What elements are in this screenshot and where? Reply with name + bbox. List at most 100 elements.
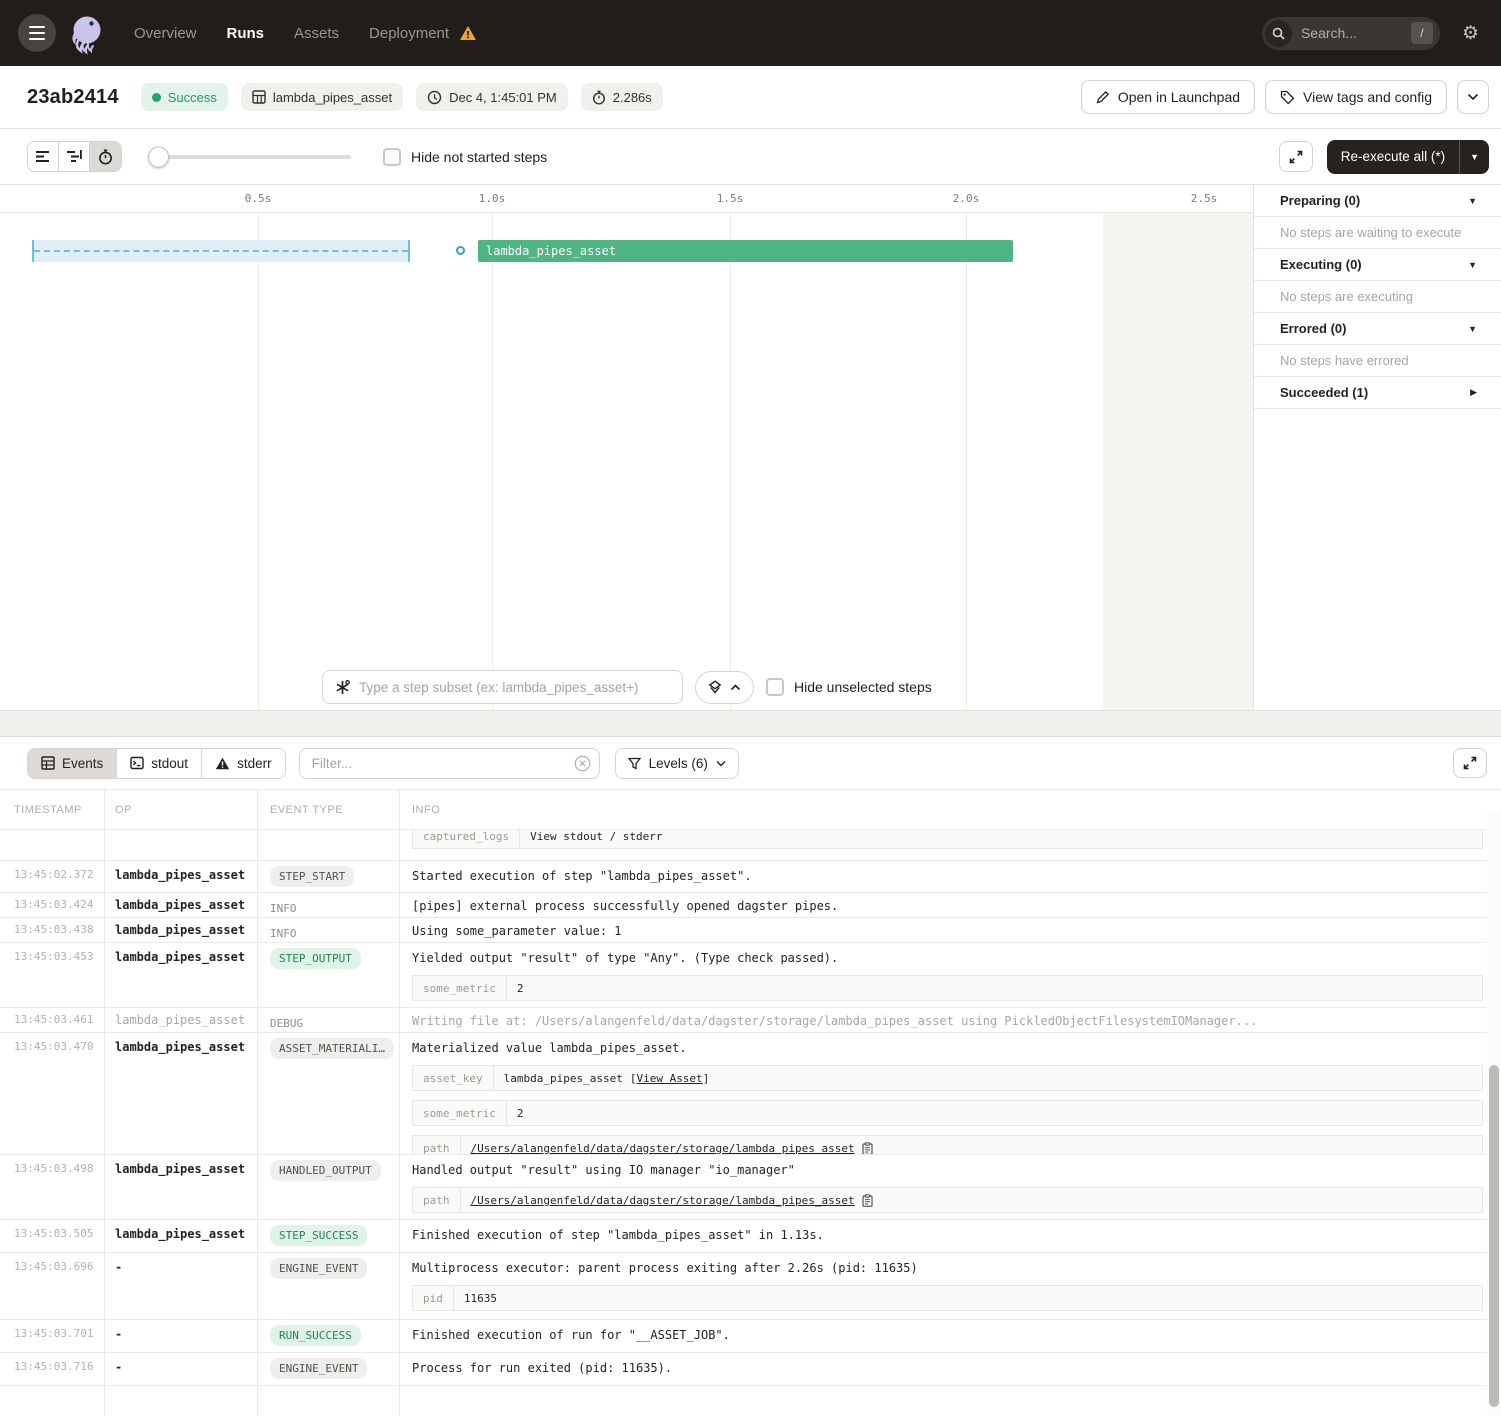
nav-runs[interactable]: Runs xyxy=(227,25,265,42)
tag-icon xyxy=(1280,90,1295,105)
reexecute-all-button[interactable]: Re-execute all (*) ▼ xyxy=(1327,140,1489,174)
nav-deployment[interactable]: Deployment xyxy=(369,25,449,42)
view-flat-icon[interactable] xyxy=(28,142,59,171)
success-dot-icon xyxy=(152,93,161,102)
log-filter-input[interactable] xyxy=(299,748,600,779)
event-row[interactable]: captured_logs View stdout / stderr xyxy=(0,830,1501,861)
event-type-label: INFO xyxy=(270,900,297,915)
open-in-launchpad-button[interactable]: Open in Launchpad xyxy=(1081,80,1255,114)
path-link[interactable]: /Users/alangenfeld/data/dagster/storage/… xyxy=(471,1142,855,1154)
section-executing[interactable]: Executing (0) ▼ xyxy=(1254,249,1501,281)
events-scrollbar-thumb[interactable] xyxy=(1489,1065,1499,1407)
tab-stdout[interactable]: stdout xyxy=(117,749,202,778)
event-row[interactable]: 13:45:02.372 lambda_pipes_asset STEP_STA… xyxy=(0,861,1501,893)
metadata-tag: asset_key lambda_pipes_asset[View Asset] xyxy=(412,1065,1483,1091)
warning-triangle-icon xyxy=(215,757,230,770)
tab-events[interactable]: Events xyxy=(28,749,117,778)
event-row[interactable]: 13:45:03.453 lambda_pipes_asset STEP_OUT… xyxy=(0,943,1501,1008)
run-actions-dropdown-button[interactable] xyxy=(1457,80,1489,114)
event-row[interactable]: 13:45:03.701 - RUN_SUCCESS Finished exec… xyxy=(0,1320,1501,1353)
event-row[interactable]: 13:45:03.498 lambda_pipes_asset HANDLED_… xyxy=(0,1155,1501,1220)
event-row[interactable]: 13:45:03.716 - ENGINE_EVENT Process for … xyxy=(0,1353,1501,1386)
section-errored-empty: No steps have errored xyxy=(1254,345,1501,377)
event-table-header: TIMESTAMP OP EVENT TYPE INFO xyxy=(0,790,1501,830)
search-input[interactable] xyxy=(1301,25,1393,41)
event-row[interactable]: 13:45:03.438 lambda_pipes_asset INFO Usi… xyxy=(0,918,1501,943)
axis-tick: 2.5s xyxy=(1191,192,1218,205)
clear-filter-icon[interactable] xyxy=(574,755,591,772)
global-search[interactable]: / xyxy=(1262,17,1440,50)
gantt-chart: 0.5s 1.0s 1.5s 2.0s 2.5s lambda_pipes_as… xyxy=(0,185,1253,710)
hide-not-started-toggle[interactable]: Hide not started steps xyxy=(383,148,547,166)
section-succeeded[interactable]: Succeeded (1) ▶ xyxy=(1254,377,1501,409)
hide-unselected-checkbox[interactable] xyxy=(766,678,784,696)
event-type-badge: HANDLED_OUTPUT xyxy=(270,1160,381,1181)
view-asset-link[interactable]: View Asset xyxy=(636,1072,702,1085)
events-panel: Events stdout stderr Levels (6) xyxy=(0,737,1501,1416)
step-status-panel: Preparing (0) ▼ No steps are waiting to … xyxy=(1253,185,1501,710)
section-executing-empty: No steps are executing xyxy=(1254,281,1501,313)
panel-resize-handle[interactable] xyxy=(0,710,1501,737)
section-preparing[interactable]: Preparing (0) ▼ xyxy=(1254,185,1501,217)
events-fullscreen-button[interactable] xyxy=(1453,748,1487,778)
gantt-step-bar[interactable]: lambda_pipes_asset xyxy=(478,240,1013,262)
event-row[interactable]: 13:45:03.696 - ENGINE_EVENT Multiprocess… xyxy=(0,1253,1501,1320)
log-filter-field[interactable] xyxy=(299,748,600,779)
metadata-tag: path /Users/alangenfeld/data/dagster/sto… xyxy=(412,1187,1483,1213)
event-type-badge: ASSET_MATERIALIZAT… xyxy=(270,1038,394,1059)
top-nav: Overview Runs Assets Deployment / ⚙ xyxy=(0,0,1501,66)
view-timed-icon[interactable] xyxy=(90,142,121,171)
table-grid-icon xyxy=(252,90,266,104)
duration-badge: 2.286s xyxy=(581,83,663,111)
search-icon xyxy=(1265,20,1292,47)
hide-unselected-toggle[interactable]: Hide unselected steps xyxy=(766,678,932,696)
funnel-icon xyxy=(628,757,641,770)
nav-assets[interactable]: Assets xyxy=(294,25,339,42)
copy-icon[interactable] xyxy=(862,1194,873,1207)
nav-overview[interactable]: Overview xyxy=(134,25,197,42)
op-selector-icon xyxy=(335,680,350,695)
step-subset-input[interactable] xyxy=(359,680,670,695)
job-name-badge[interactable]: lambda_pipes_asset xyxy=(241,83,403,111)
col-timestamp: TIMESTAMP xyxy=(0,790,105,829)
dagster-logo[interactable] xyxy=(64,11,108,55)
view-waterfall-icon[interactable] xyxy=(59,142,90,171)
event-type-badge: ENGINE_EVENT xyxy=(270,1258,367,1279)
event-row[interactable]: 13:45:03.461 lambda_pipes_asset DEBUG Wr… xyxy=(0,1008,1501,1033)
zoom-slider-thumb[interactable] xyxy=(148,146,169,167)
event-log-table: TIMESTAMP OP EVENT TYPE INFO captured_lo… xyxy=(0,789,1501,1416)
event-row[interactable]: 13:45:03.505 lambda_pipes_asset STEP_SUC… xyxy=(0,1220,1501,1253)
subset-apply-button[interactable] xyxy=(695,671,754,704)
hide-not-started-checkbox[interactable] xyxy=(383,148,401,166)
clock-icon xyxy=(427,90,442,105)
event-type-badge: ENGINE_EVENT xyxy=(270,1358,367,1379)
step-start-marker-icon xyxy=(456,246,465,255)
reexecute-dropdown-caret[interactable]: ▼ xyxy=(1459,140,1489,174)
hamburger-menu-button[interactable] xyxy=(18,14,56,52)
view-stdout-stderr-link[interactable]: View stdout / stderr xyxy=(530,830,662,843)
copy-icon[interactable] xyxy=(862,1142,873,1154)
chevron-right-icon: ▶ xyxy=(1470,387,1477,398)
events-toolbar: Events stdout stderr Levels (6) xyxy=(0,737,1501,789)
gantt-fullscreen-button[interactable] xyxy=(1279,141,1313,172)
stopwatch-icon xyxy=(592,90,606,105)
step-subset-field[interactable] xyxy=(322,670,683,704)
run-id-title: 23ab2414 xyxy=(27,86,119,109)
event-row[interactable]: 13:45:03.470 lambda_pipes_asset ASSET_MA… xyxy=(0,1033,1501,1155)
after-run-shaded-region xyxy=(1103,213,1253,710)
gantt-time-axis: 0.5s 1.0s 1.5s 2.0s 2.5s xyxy=(0,185,1253,213)
event-row[interactable]: 13:45:03.424 lambda_pipes_asset INFO [pi… xyxy=(0,893,1501,918)
view-tags-config-button[interactable]: View tags and config xyxy=(1265,80,1447,114)
levels-filter-button[interactable]: Levels (6) xyxy=(615,748,739,779)
axis-tick: 1.0s xyxy=(479,192,506,205)
metadata-tag: captured_logs View stdout / stderr xyxy=(412,830,1483,849)
section-errored[interactable]: Errored (0) ▼ xyxy=(1254,313,1501,345)
tab-stderr[interactable]: stderr xyxy=(202,749,285,778)
zoom-slider[interactable] xyxy=(151,155,351,159)
start-time-badge: Dec 4, 1:45:01 PM xyxy=(416,83,568,111)
section-preparing-empty: No steps are waiting to execute xyxy=(1254,217,1501,249)
axis-tick: 0.5s xyxy=(245,192,272,205)
settings-gear-icon[interactable]: ⚙ xyxy=(1462,24,1479,43)
path-link[interactable]: /Users/alangenfeld/data/dagster/storage/… xyxy=(471,1194,855,1207)
layers-icon xyxy=(708,680,722,695)
